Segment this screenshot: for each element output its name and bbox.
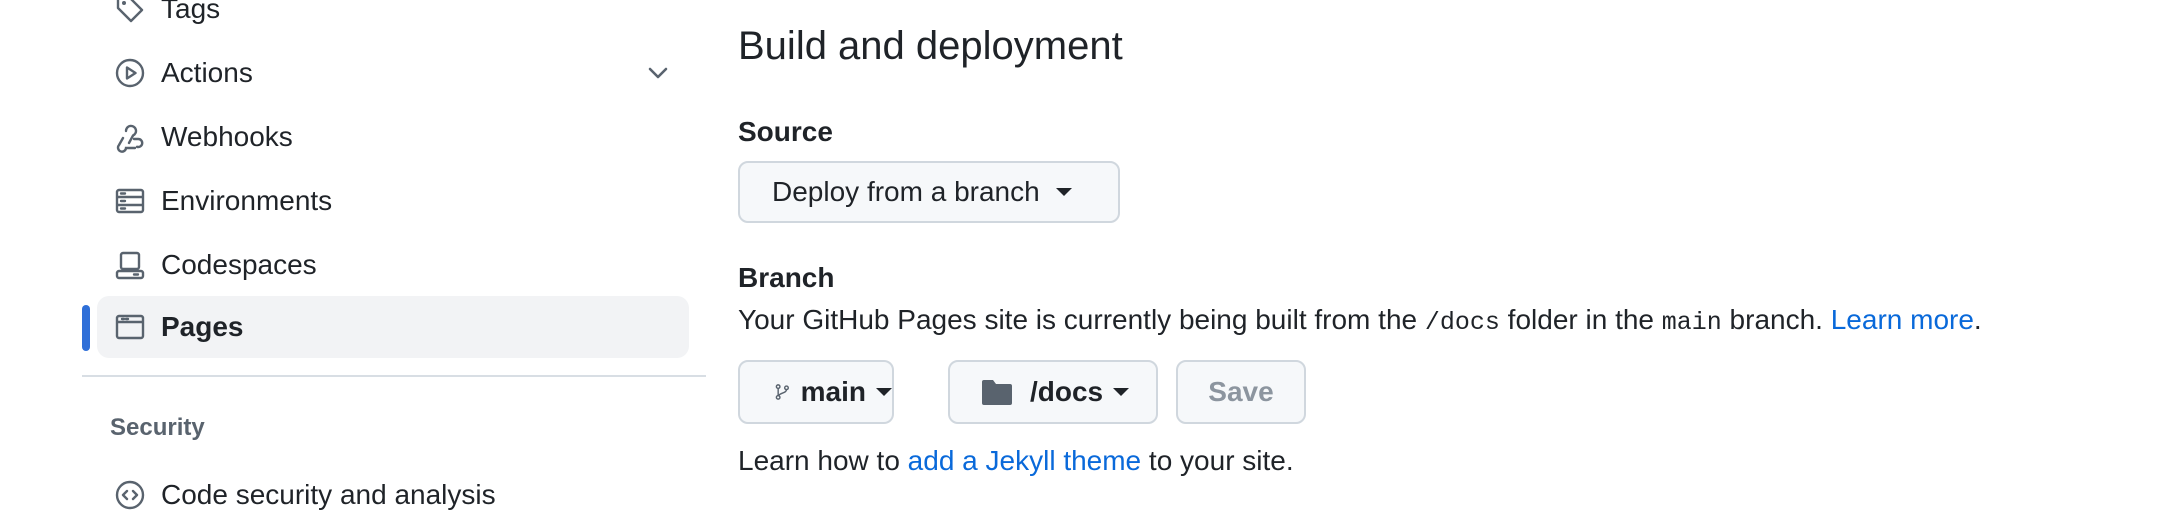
jekyll-text: Learn how to — [738, 445, 908, 476]
sidebar-item-label: Webhooks — [161, 121, 293, 152]
folder-icon — [982, 380, 1012, 405]
chevron-down-icon[interactable] — [645, 60, 671, 86]
sidebar-item-actions[interactable]: Actions — [97, 42, 689, 104]
git-branch-icon — [775, 384, 789, 400]
description-text: Your GitHub Pages site is currently bein… — [738, 304, 1425, 335]
selected-indicator — [82, 305, 90, 351]
source-dropdown-button[interactable]: Deploy from a branch — [738, 161, 1120, 223]
sidebar-section-security: Security — [110, 414, 205, 441]
triangle-down-icon — [1055, 188, 1072, 196]
sidebar-item-label: Actions — [161, 57, 253, 88]
pages-settings-main: Build and deployment Source Deploy from … — [738, 0, 2178, 506]
description-text: folder in the — [1499, 304, 1662, 335]
learn-more-link[interactable]: Learn more — [1831, 304, 1974, 335]
save-button[interactable]: Save — [1176, 360, 1306, 424]
source-heading: Source — [738, 116, 833, 147]
codescan-icon — [114, 479, 146, 511]
sidebar-item-label: Environments — [161, 185, 333, 216]
sidebar-item-label: Pages — [161, 311, 244, 342]
settings-sidebar: Tags Actions Webhooks Environments Codes… — [0, 0, 720, 510]
webhook-icon — [114, 121, 146, 153]
jekyll-hint: Learn how to add a Jekyll theme to your … — [738, 445, 1294, 477]
triangle-down-icon — [1113, 388, 1130, 396]
sidebar-item-codespaces[interactable]: Codespaces — [97, 234, 689, 296]
sidebar-item-webhooks[interactable]: Webhooks — [97, 106, 689, 168]
sidebar-item-label: Codespaces — [161, 249, 317, 280]
sidebar-item-label: Code security and analysis — [161, 479, 496, 510]
codespaces-icon — [114, 249, 146, 281]
browser-icon — [114, 311, 146, 343]
branch-select-button[interactable]: main — [738, 360, 894, 424]
jekyll-text: to your site. — [1141, 445, 1294, 476]
server-icon — [114, 185, 146, 217]
source-dropdown-label: Deploy from a branch — [772, 176, 1040, 207]
folder-select-button[interactable]: /docs — [948, 360, 1158, 424]
branch-code: main — [1661, 308, 1722, 337]
branch-select-label: main — [800, 376, 866, 407]
play-circle-icon — [114, 57, 146, 89]
jekyll-theme-link[interactable]: add a Jekyll theme — [908, 445, 1141, 476]
branch-heading: Branch — [738, 262, 835, 293]
sidebar-item-environments[interactable]: Environments — [97, 170, 689, 232]
folder-select-label: /docs — [1030, 376, 1104, 407]
tag-icon — [114, 0, 146, 25]
sidebar-divider — [82, 375, 706, 377]
description-text: branch. — [1721, 304, 1831, 335]
triangle-down-icon — [876, 388, 892, 396]
sidebar-item-tags[interactable]: Tags — [97, 0, 689, 40]
folder-code: /docs — [1424, 308, 1500, 337]
branch-description: Your GitHub Pages site is currently bein… — [738, 304, 1982, 337]
sidebar-item-label: Tags — [161, 0, 221, 24]
description-text: . — [1973, 304, 1982, 335]
sidebar-item-pages[interactable]: Pages — [97, 296, 689, 358]
sidebar-item-code-security[interactable]: Code security and analysis — [97, 464, 689, 526]
section-title: Build and deployment — [738, 24, 1123, 68]
